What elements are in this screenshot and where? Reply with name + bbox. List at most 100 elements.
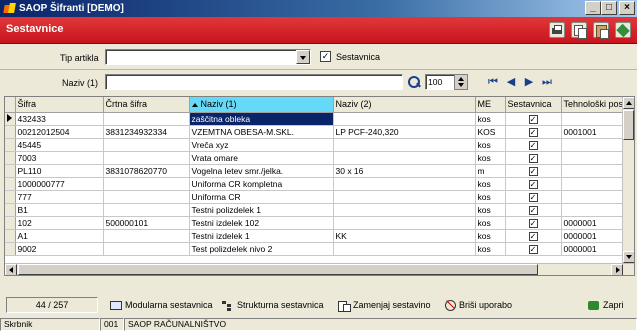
table-cell[interactable]: 0000001 (561, 229, 626, 243)
table-cell[interactable]: VZEMTNA OBESA-M.SKL. (189, 125, 334, 139)
row-indicator[interactable] (5, 138, 16, 152)
table-cell[interactable]: kos (475, 229, 506, 243)
table-cell[interactable]: ✓ (505, 151, 562, 165)
row-sestavnica-checkbox[interactable]: ✓ (528, 218, 538, 228)
table-cell[interactable]: kos (475, 242, 506, 256)
table-cell[interactable]: 500000101 (103, 216, 190, 230)
table-cell[interactable] (333, 112, 476, 126)
table-row[interactable]: PL110 3831078620770 Vogelna letev smr./jel… (5, 164, 626, 178)
table-cell[interactable]: kos (475, 138, 506, 152)
table-cell[interactable]: m (475, 164, 506, 178)
table-cell[interactable]: ✓ (505, 138, 562, 152)
row-sestavnica-checkbox[interactable]: ✓ (528, 231, 538, 241)
table-cell[interactable] (561, 203, 626, 217)
table-cell[interactable]: 0000001 (561, 242, 626, 256)
table-cell[interactable]: kos (475, 177, 506, 191)
limit-spinner-icon[interactable] (454, 74, 468, 90)
table-cell[interactable]: kos (475, 190, 506, 204)
row-indicator[interactable] (5, 112, 16, 126)
column-header-sifra[interactable]: Šifra (15, 97, 104, 113)
table-cell[interactable]: 9002 (15, 242, 104, 256)
table-cell[interactable]: 1000000777 (15, 177, 104, 191)
table-cell[interactable]: KOS (475, 125, 506, 139)
table-cell[interactable]: ✓ (505, 177, 562, 191)
table-cell[interactable] (103, 203, 190, 217)
brisi-uporabo-button[interactable]: Briši uporabo (444, 297, 512, 313)
row-indicator[interactable] (5, 216, 16, 230)
sestavnica-checkbox[interactable]: ✓ (320, 51, 331, 62)
copy-icon[interactable] (571, 22, 587, 39)
close-window-button[interactable]: × (619, 1, 635, 15)
table-cell[interactable]: 102 (15, 216, 104, 230)
table-cell[interactable] (333, 138, 476, 152)
row-indicator[interactable] (5, 151, 16, 165)
column-header-naziv-1[interactable]: Naziv (1) (189, 97, 334, 113)
column-header-naziv-2[interactable]: Naziv (2) (333, 97, 476, 113)
table-cell[interactable]: 45445 (15, 138, 104, 152)
table-cell[interactable] (561, 151, 626, 165)
column-header-tehnoloski[interactable]: Tehnološki pos (561, 97, 626, 113)
table-cell[interactable]: kos (475, 203, 506, 217)
table-cell[interactable] (333, 190, 476, 204)
column-header-crtna-sifra[interactable]: Črtna šifra (103, 97, 190, 113)
table-cell[interactable] (333, 216, 476, 230)
row-indicator[interactable] (5, 177, 16, 191)
table-cell[interactable] (103, 177, 190, 191)
table-row[interactable]: 102 500000101 Testni izdelek 102 kos ✓ 000000… (5, 216, 626, 230)
row-indicator[interactable] (5, 125, 16, 139)
table-cell[interactable]: Test polizdelek nivo 2 (189, 242, 334, 256)
table-cell[interactable]: Vogelna letev smr./jelka. (189, 164, 334, 178)
table-cell[interactable] (103, 151, 190, 165)
modularna-sestavnica-button[interactable]: Modularna sestavnica (110, 297, 213, 313)
row-indicator[interactable] (5, 203, 16, 217)
row-sestavnica-checkbox[interactable]: ✓ (528, 192, 538, 202)
table-cell[interactable] (103, 190, 190, 204)
table-cell[interactable]: ✓ (505, 112, 562, 126)
table-cell[interactable]: ✓ (505, 125, 562, 139)
table-row[interactable]: B1 Testni polizdelek 1 kos ✓ (5, 203, 626, 217)
table-cell[interactable] (103, 112, 190, 126)
scroll-left-icon[interactable] (5, 264, 17, 275)
row-sestavnica-checkbox[interactable]: ✓ (528, 127, 538, 137)
table-cell[interactable] (103, 242, 190, 256)
table-cell[interactable]: 432433 (15, 112, 104, 126)
table-cell[interactable] (103, 138, 190, 152)
table-row[interactable]: 45445 Vreča xyz kos ✓ (5, 138, 626, 152)
table-cell[interactable] (561, 177, 626, 191)
table-cell[interactable]: ✓ (505, 242, 562, 256)
zapri-button[interactable]: Zapri (588, 297, 624, 313)
table-cell[interactable]: 0000001 (561, 216, 626, 230)
row-sestavnica-checkbox[interactable]: ✓ (528, 140, 538, 150)
table-row[interactable]: 777 Uniforma CR kos ✓ (5, 190, 626, 204)
first-record-icon[interactable]: ⏮ (486, 75, 500, 89)
table-row[interactable]: 00212012504 3831234932334 VZEMTNA OBESA-M.… (5, 125, 626, 139)
vertical-scrollbar[interactable] (622, 97, 634, 263)
table-cell[interactable]: A1 (15, 229, 104, 243)
row-indicator[interactable] (5, 242, 16, 256)
table-cell[interactable] (561, 190, 626, 204)
tip-artikla-combo[interactable] (105, 49, 311, 65)
table-cell[interactable]: ✓ (505, 190, 562, 204)
scroll-up-icon[interactable] (623, 97, 634, 109)
paste-icon[interactable] (593, 22, 609, 39)
table-row[interactable]: 1000000777 Uniforma CR kompletna kos ✓ (5, 177, 626, 191)
row-sestavnica-checkbox[interactable]: ✓ (528, 179, 538, 189)
table-cell[interactable] (561, 112, 626, 126)
vertical-scroll-thumb[interactable] (623, 110, 634, 140)
table-cell[interactable]: 00212012504 (15, 125, 104, 139)
table-cell[interactable]: 3831234932334 (103, 125, 190, 139)
table-cell[interactable]: 30 x 16 (333, 164, 476, 178)
table-cell[interactable]: LP PCF-240,320 (333, 125, 476, 139)
minimize-button[interactable]: _ (585, 1, 601, 15)
table-cell[interactable]: Vrata omare (189, 151, 334, 165)
table-cell[interactable]: Uniforma CR (189, 190, 334, 204)
scroll-right-icon[interactable] (611, 264, 623, 275)
scroll-down-icon[interactable] (623, 251, 634, 263)
strukturna-sestavnica-button[interactable]: Strukturna sestavnica (222, 297, 324, 313)
table-cell[interactable]: ✓ (505, 164, 562, 178)
table-cell[interactable]: Testni polizdelek 1 (189, 203, 334, 217)
table-cell[interactable]: Testni izdelek 102 (189, 216, 334, 230)
table-cell[interactable]: zaščitna obleka (189, 112, 334, 126)
table-cell[interactable]: 777 (15, 190, 104, 204)
column-header-sestavnica[interactable]: Sestavnica (505, 97, 562, 113)
